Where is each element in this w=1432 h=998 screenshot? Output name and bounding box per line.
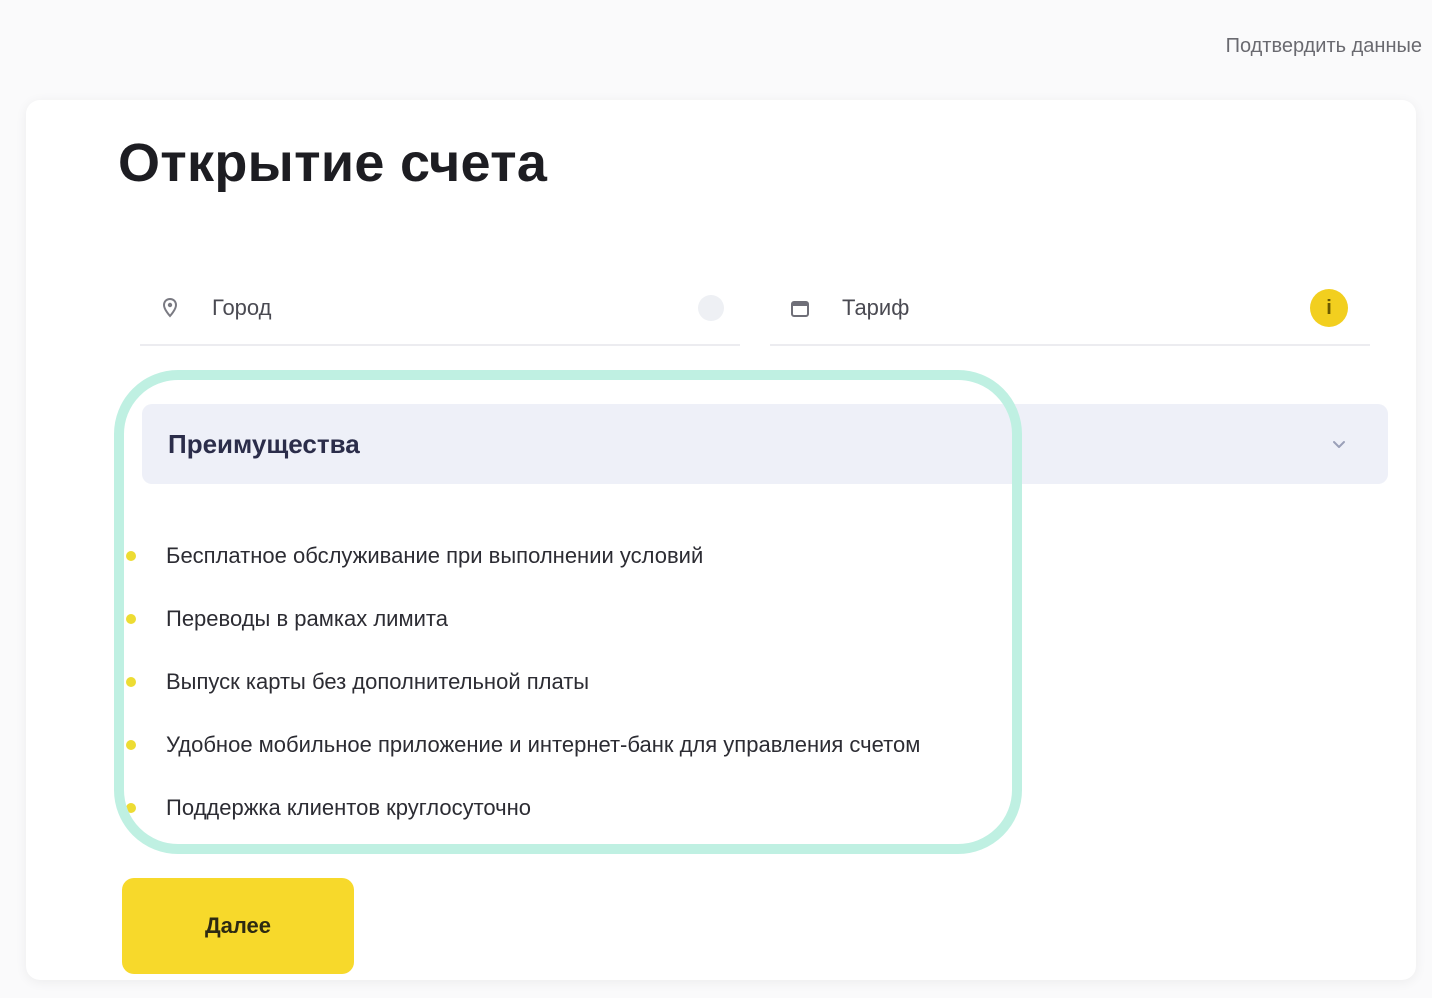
chevron-down-icon[interactable] xyxy=(1326,431,1352,457)
tariff-field[interactable]: Тариф i xyxy=(770,272,1370,346)
bullet-icon xyxy=(126,613,136,624)
bullet-icon xyxy=(126,676,136,687)
feature-text: Выпуск карты без дополнительной платы xyxy=(166,668,590,694)
bullet-icon xyxy=(126,802,136,813)
header-link[interactable]: Подтвердить данные xyxy=(1082,28,1422,64)
section-title: Преимущества xyxy=(168,428,360,459)
feature-text: Удобное мобильное приложение и интернет-… xyxy=(166,731,921,757)
section-header[interactable]: Преимущества xyxy=(142,404,1388,484)
info-icon[interactable]: i xyxy=(1310,289,1348,327)
list-item: Бесплатное обслуживание при выполнении у… xyxy=(126,524,1026,587)
tariff-field-value: Тариф xyxy=(842,295,910,320)
features-list: Бесплатное обслуживание при выполнении у… xyxy=(126,524,1026,839)
page-title: Открытие счета xyxy=(118,133,548,193)
bullet-icon xyxy=(126,739,136,750)
clear-icon[interactable] xyxy=(698,295,724,321)
location-icon xyxy=(158,296,182,320)
feature-text: Поддержка клиентов круглосуточно xyxy=(166,794,532,820)
submit-button[interactable]: Далее xyxy=(122,878,354,974)
list-item: Выпуск карты без дополнительной платы xyxy=(126,650,1026,713)
list-item: Переводы в рамках лимита xyxy=(126,587,1026,650)
form-row: Город Тариф i xyxy=(140,272,1380,346)
feature-text: Переводы в рамках лимита xyxy=(166,605,448,631)
city-field-value: Город xyxy=(212,295,272,320)
list-item: Удобное мобильное приложение и интернет-… xyxy=(126,713,1026,776)
feature-text: Бесплатное обслуживание при выполнении у… xyxy=(166,542,704,568)
calendar-icon xyxy=(788,296,812,320)
city-field[interactable]: Город xyxy=(140,272,740,346)
list-item: Поддержка клиентов круглосуточно xyxy=(126,776,1026,839)
bullet-icon xyxy=(126,550,136,561)
